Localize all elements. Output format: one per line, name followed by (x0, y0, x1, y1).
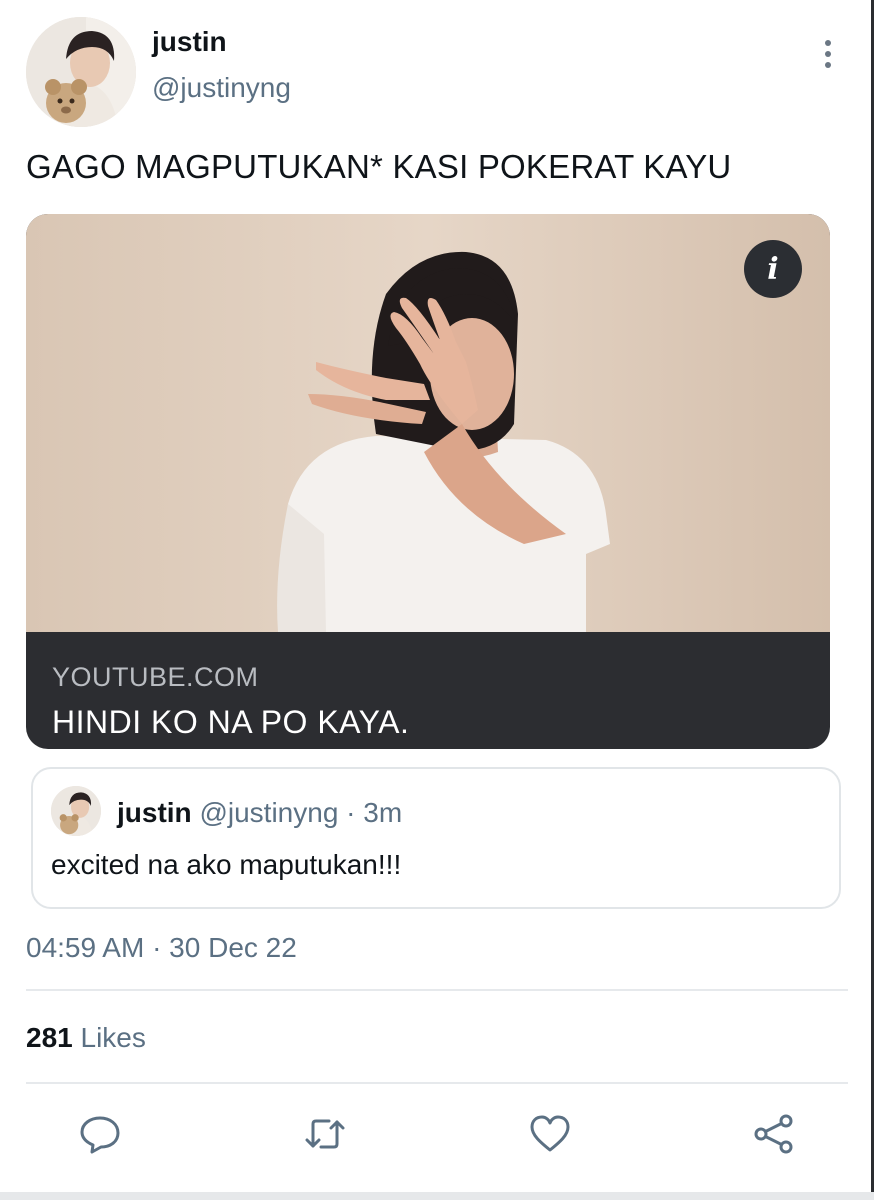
author-name[interactable]: justin (152, 26, 227, 58)
share-icon[interactable] (752, 1112, 796, 1156)
quoted-author-handle: @justinyng (199, 797, 339, 828)
quoted-tweet[interactable]: justin @justinyng · 3m excited na ako ma… (31, 767, 841, 909)
tweet-text: GAGO MAGPUTUKAN* KASI POKERAT KAYU (26, 148, 732, 185)
author-handle[interactable]: @justinyng (152, 72, 291, 104)
divider (26, 989, 848, 991)
tweet-timestamp[interactable]: 04:59 AM · 30 Dec 22 (26, 932, 297, 964)
like-icon[interactable] (528, 1112, 572, 1156)
link-card-title: HINDI KO NA PO KAYA. (52, 704, 410, 740)
likes-stat[interactable]: 281 Likes (26, 1022, 146, 1054)
bottom-bar (0, 1192, 874, 1200)
quoted-author-avatar[interactable] (51, 786, 101, 836)
likes-count: 281 (26, 1022, 73, 1053)
info-icon[interactable]: i (744, 240, 802, 298)
link-card[interactable]: i YOUTUBE.COM HINDI KO NA PO KAYA. (26, 214, 830, 749)
link-card-domain: YOUTUBE.COM (52, 662, 259, 692)
link-card-image (26, 214, 830, 632)
author-avatar[interactable] (26, 17, 136, 127)
more-options-icon[interactable] (812, 38, 844, 70)
quoted-separator: · (346, 797, 356, 828)
reply-icon[interactable] (78, 1112, 122, 1156)
quoted-tweet-text: excited na ako maputukan!!! (51, 849, 402, 880)
retweet-icon[interactable] (303, 1112, 347, 1156)
likes-label: Likes (80, 1022, 146, 1053)
quoted-time: 3m (363, 797, 403, 828)
divider (26, 1082, 848, 1084)
quoted-tweet-header: justin @justinyng · 3m (117, 797, 402, 829)
quoted-author-name: justin (117, 797, 192, 828)
